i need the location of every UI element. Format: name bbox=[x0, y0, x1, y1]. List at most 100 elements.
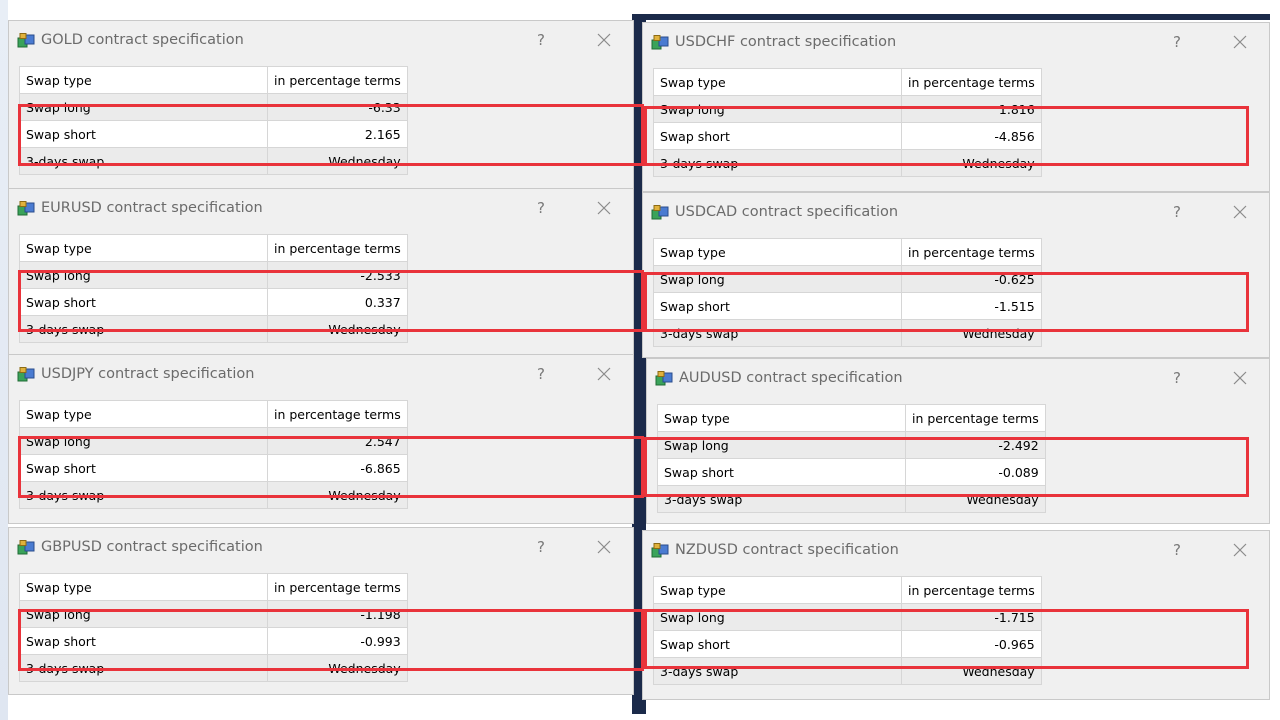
swap-short-value: -0.965 bbox=[901, 630, 1042, 658]
swap-type-label: Swap type bbox=[653, 238, 902, 266]
swap-short-label: Swap short bbox=[19, 627, 268, 655]
row-swap-long: Swap long -6.33 bbox=[19, 93, 408, 121]
swap-short-value: -0.089 bbox=[905, 458, 1046, 486]
row-swap-long: Swap long -1.715 bbox=[653, 603, 1042, 631]
swap-type-label: Swap type bbox=[653, 576, 902, 604]
close-icon[interactable] bbox=[593, 362, 615, 386]
dialog-titlebar[interactable]: USDJPY contract specification ? bbox=[9, 355, 633, 395]
three-days-swap-label: 3-days swap bbox=[653, 149, 902, 177]
background-chart-strip bbox=[0, 0, 8, 720]
help-button[interactable]: ? bbox=[1167, 539, 1187, 561]
close-icon[interactable] bbox=[1229, 30, 1251, 54]
swap-short-value: -1.515 bbox=[901, 292, 1042, 320]
close-icon[interactable] bbox=[593, 28, 615, 52]
row-three-days-swap: 3-days swap Wednesday bbox=[657, 485, 1046, 513]
app-package-icon bbox=[655, 371, 673, 386]
row-swap-long: Swap long -0.625 bbox=[653, 265, 1042, 293]
row-three-days-swap: 3-days swap Wednesday bbox=[19, 654, 408, 682]
swap-long-label: Swap long bbox=[19, 427, 268, 455]
row-three-days-swap: 3-days swap Wednesday bbox=[19, 315, 408, 343]
row-swap-short: Swap short -0.089 bbox=[657, 458, 1046, 486]
help-button[interactable]: ? bbox=[1167, 367, 1187, 389]
three-days-swap-value: Wednesday bbox=[267, 315, 408, 343]
row-swap-type: Swap type in percentage terms bbox=[657, 404, 1046, 432]
three-days-swap-label: 3-days swap bbox=[653, 319, 902, 347]
help-button[interactable]: ? bbox=[1167, 201, 1187, 223]
spec-table: Swap type in percentage terms Swap long -0… bbox=[653, 238, 1042, 347]
spec-table: Swap type in percentage terms Swap long -1… bbox=[653, 576, 1042, 685]
three-days-swap-value: Wednesday bbox=[901, 319, 1042, 347]
swap-short-value: 2.165 bbox=[267, 120, 408, 148]
swap-long-value: -1.198 bbox=[267, 600, 408, 628]
dialog-titlebar[interactable]: GBPUSD contract specification ? bbox=[9, 528, 633, 568]
app-package-icon bbox=[17, 201, 35, 216]
swap-long-label: Swap long bbox=[653, 95, 902, 123]
swap-short-value: -0.993 bbox=[267, 627, 408, 655]
help-button[interactable]: ? bbox=[531, 29, 551, 51]
swap-short-label: Swap short bbox=[653, 122, 902, 150]
dialog-eurusd: EURUSD contract specification ? Swap typ… bbox=[8, 188, 634, 356]
three-days-swap-value: Wednesday bbox=[901, 657, 1042, 685]
spec-table: Swap type in percentage terms Swap long -2… bbox=[657, 404, 1046, 513]
swap-long-value: -2.533 bbox=[267, 261, 408, 289]
swap-type-value: in percentage terms bbox=[267, 573, 408, 601]
help-button[interactable]: ? bbox=[531, 363, 551, 385]
swap-type-label: Swap type bbox=[657, 404, 906, 432]
close-icon[interactable] bbox=[1229, 200, 1251, 224]
row-swap-short: Swap short 0.337 bbox=[19, 288, 408, 316]
row-swap-type: Swap type in percentage terms bbox=[653, 68, 1042, 96]
app-package-icon bbox=[651, 205, 669, 220]
row-swap-type: Swap type in percentage terms bbox=[19, 400, 408, 428]
app-package-icon bbox=[651, 35, 669, 50]
close-icon[interactable] bbox=[1229, 538, 1251, 562]
three-days-swap-label: 3-days swap bbox=[19, 147, 268, 175]
dialog-titlebar[interactable]: USDCAD contract specification ? bbox=[643, 193, 1269, 233]
row-swap-short: Swap short -6.865 bbox=[19, 454, 408, 482]
three-days-swap-value: Wednesday bbox=[901, 149, 1042, 177]
dialog-titlebar[interactable]: EURUSD contract specification ? bbox=[9, 189, 633, 229]
swap-short-label: Swap short bbox=[653, 630, 902, 658]
swap-long-label: Swap long bbox=[19, 600, 268, 628]
row-swap-type: Swap type in percentage terms bbox=[19, 573, 408, 601]
row-three-days-swap: 3-days swap Wednesday bbox=[19, 481, 408, 509]
background-chart-strip bbox=[640, 14, 1270, 20]
swap-long-value: 2.547 bbox=[267, 427, 408, 455]
three-days-swap-label: 3-days swap bbox=[19, 315, 268, 343]
close-icon[interactable] bbox=[593, 196, 615, 220]
swap-type-value: in percentage terms bbox=[901, 68, 1042, 96]
dialog-audusd: AUDUSD contract specification ? Swap typ… bbox=[646, 358, 1270, 524]
help-button[interactable]: ? bbox=[531, 197, 551, 219]
dialog-title: EURUSD contract specification bbox=[41, 200, 263, 216]
three-days-swap-value: Wednesday bbox=[267, 147, 408, 175]
swap-long-label: Swap long bbox=[19, 261, 268, 289]
help-button[interactable]: ? bbox=[531, 536, 551, 558]
dialog-title: USDJPY contract specification bbox=[41, 366, 255, 382]
dialog-titlebar[interactable]: NZDUSD contract specification ? bbox=[643, 531, 1269, 571]
dialog-gold: GOLD contract specification ? Swap type i… bbox=[8, 20, 634, 190]
three-days-swap-value: Wednesday bbox=[905, 485, 1046, 513]
dialog-titlebar[interactable]: USDCHF contract specification ? bbox=[643, 23, 1269, 63]
row-swap-long: Swap long -1.198 bbox=[19, 600, 408, 628]
dialog-titlebar[interactable]: GOLD contract specification ? bbox=[9, 21, 633, 61]
dialog-usdchf: USDCHF contract specification ? Swap typ… bbox=[642, 22, 1270, 192]
spec-table: Swap type in percentage terms Swap long -1… bbox=[19, 573, 408, 682]
dialog-titlebar[interactable]: AUDUSD contract specification ? bbox=[647, 359, 1269, 399]
swap-long-label: Swap long bbox=[657, 431, 906, 459]
row-swap-long: Swap long 1.816 bbox=[653, 95, 1042, 123]
swap-type-value: in percentage terms bbox=[267, 66, 408, 94]
swap-type-value: in percentage terms bbox=[905, 404, 1046, 432]
row-swap-long: Swap long -2.492 bbox=[657, 431, 1046, 459]
swap-type-value: in percentage terms bbox=[267, 234, 408, 262]
swap-long-value: -2.492 bbox=[905, 431, 1046, 459]
three-days-swap-label: 3-days swap bbox=[19, 481, 268, 509]
dialog-usdjpy: USDJPY contract specification ? Swap typ… bbox=[8, 354, 634, 524]
close-icon[interactable] bbox=[593, 535, 615, 559]
dialog-title: AUDUSD contract specification bbox=[679, 370, 903, 386]
row-swap-type: Swap type in percentage terms bbox=[653, 238, 1042, 266]
close-icon[interactable] bbox=[1229, 366, 1251, 390]
swap-short-label: Swap short bbox=[653, 292, 902, 320]
three-days-swap-value: Wednesday bbox=[267, 654, 408, 682]
dialog-gbpusd: GBPUSD contract specification ? Swap typ… bbox=[8, 527, 634, 695]
help-button[interactable]: ? bbox=[1167, 31, 1187, 53]
swap-type-label: Swap type bbox=[19, 66, 268, 94]
